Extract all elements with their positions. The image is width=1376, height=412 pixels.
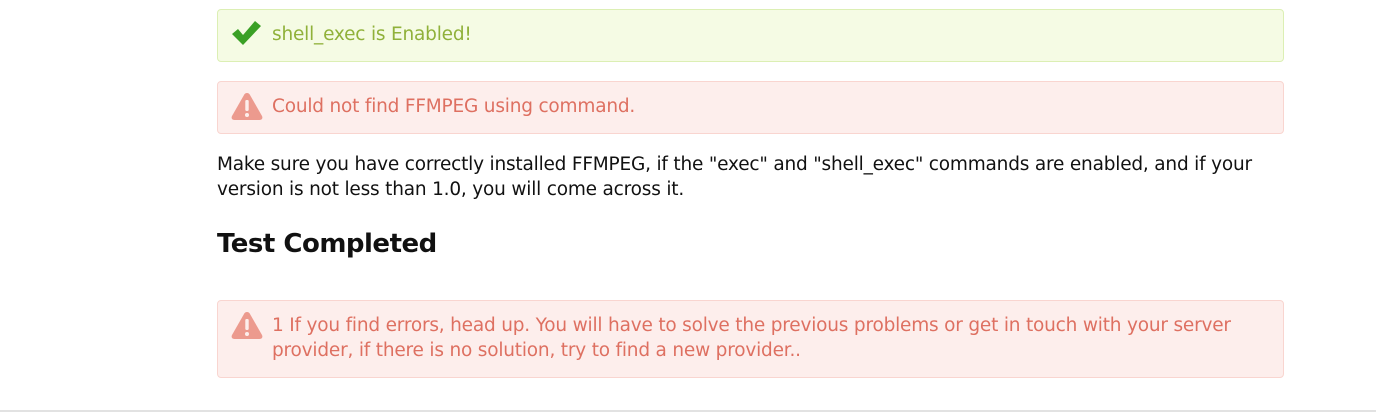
shell-exec-alert-text: shell_exec is Enabled!: [272, 24, 472, 45]
warning-triangle-icon: [229, 90, 265, 122]
test-results-content: shell_exec is Enabled! Could not find FF…: [217, 9, 1284, 378]
ffmpeg-info-text: Make sure you have correctly installed F…: [217, 154, 1252, 200]
test-completed-heading: Test Completed: [217, 229, 437, 259]
test-results-page: shell_exec is Enabled! Could not find FF…: [0, 0, 1376, 412]
ffmpeg-error-alert: Could not find FFMPEG using command.: [217, 81, 1284, 134]
final-alert-text: 1 If you find errors, head up. You will …: [272, 315, 1231, 361]
warning-triangle-icon: [229, 309, 265, 341]
checkmark-icon: [229, 18, 265, 50]
shell-exec-success-alert: shell_exec is Enabled!: [217, 9, 1284, 62]
final-error-alert: 1 If you find errors, head up. You will …: [217, 300, 1284, 378]
ffmpeg-alert-text: Could not find FFMPEG using command.: [272, 96, 636, 117]
